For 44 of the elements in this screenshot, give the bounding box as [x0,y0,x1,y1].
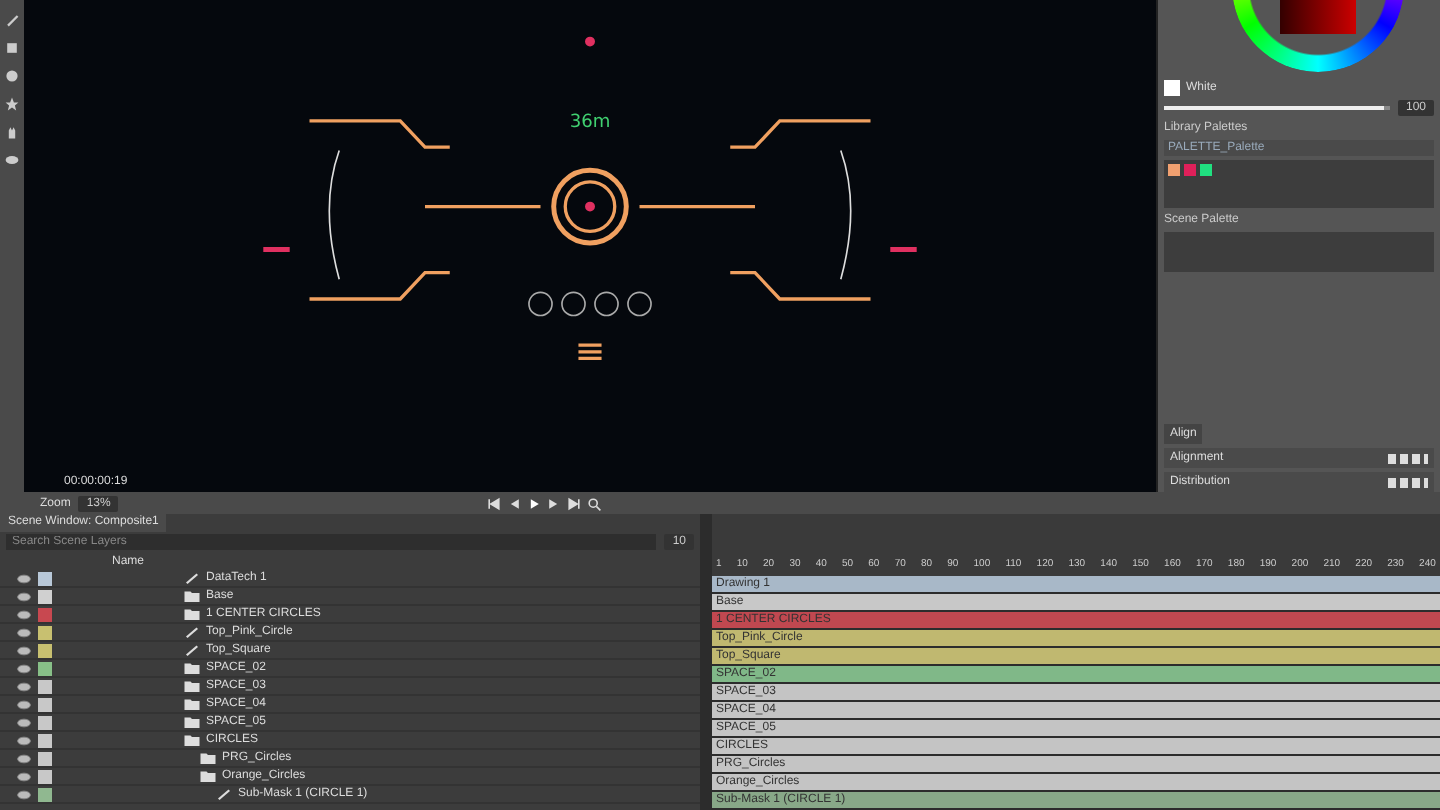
last-frame-icon[interactable] [566,495,583,512]
layer-color-swatch[interactable] [38,751,52,765]
eye-icon[interactable] [16,771,32,781]
pencil-icon[interactable] [4,12,20,28]
layer-color-swatch[interactable] [38,679,52,693]
align-buttons[interactable] [1388,477,1428,488]
palette-swatch[interactable] [1200,164,1212,176]
eye-icon[interactable] [16,753,32,763]
align-buttons[interactable] [1388,453,1428,464]
distance-readout: 36m [569,113,611,134]
layer-color-swatch[interactable] [38,733,52,747]
eye-icon[interactable] [16,735,32,745]
layer-color-swatch[interactable] [38,769,52,783]
drawing-layer-icon [216,788,232,800]
eye-icon[interactable] [16,663,32,673]
star-icon[interactable] [4,96,20,112]
search-icon[interactable] [586,495,603,512]
eye-icon[interactable] [16,609,32,619]
layer-color-swatch[interactable] [38,571,52,585]
layer-color-swatch[interactable] [38,643,52,657]
eye-icon[interactable] [16,627,32,637]
eye-icon[interactable] [16,645,32,655]
layer-color-swatch[interactable] [38,625,52,639]
layer-color-swatch[interactable] [38,607,52,621]
drawing-layer-icon [184,572,200,584]
palette-swatch[interactable] [1184,164,1196,176]
eye-icon[interactable] [16,789,32,799]
layer-color-swatch[interactable] [38,661,52,675]
square-icon[interactable] [4,40,20,56]
eye-icon[interactable] [16,717,32,727]
eye-icon[interactable] [16,681,32,691]
eye-icon[interactable] [16,699,32,709]
eye-icon[interactable] [16,573,32,583]
eye-icon[interactable] [16,591,32,601]
color-square[interactable] [1280,0,1356,34]
eye-icon[interactable] [4,152,20,168]
palette-swatch[interactable] [1168,164,1180,176]
layer-color-swatch[interactable] [38,787,52,801]
layer-color-swatch[interactable] [38,589,52,603]
first-frame-icon[interactable] [486,495,503,512]
current-color-swatch[interactable] [1164,80,1180,96]
layer-color-swatch[interactable] [38,697,52,711]
layer-color-swatch[interactable] [38,715,52,729]
circle-icon[interactable] [4,68,20,84]
